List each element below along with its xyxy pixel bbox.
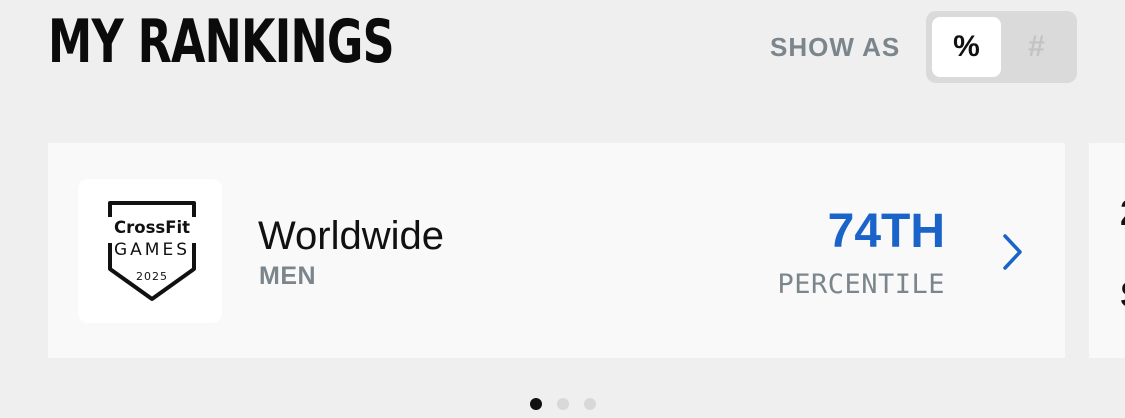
toggle-percent-option[interactable]: % bbox=[932, 17, 1001, 77]
toggle-number-option[interactable]: # bbox=[1002, 17, 1071, 77]
next-card-text: S bbox=[1120, 277, 1125, 313]
chevron-right-icon[interactable] bbox=[1000, 233, 1026, 271]
logo-brand-text: CrossFit bbox=[114, 218, 190, 238]
logo-year-text: 2025 bbox=[136, 270, 168, 283]
crossfit-games-logo: CrossFit GAMES 2025 bbox=[78, 179, 222, 323]
ranking-value: 74TH bbox=[827, 205, 945, 258]
logo-sub-text: GAMES bbox=[114, 240, 190, 260]
ranking-card-worldwide[interactable]: CrossFit GAMES 2025 Worldwide MEN 74TH P… bbox=[48, 143, 1065, 358]
pagination-dot[interactable] bbox=[584, 398, 596, 410]
ranking-division: MEN bbox=[259, 262, 317, 290]
next-card-text: 2 bbox=[1120, 195, 1125, 231]
crossfit-games-shield-icon: CrossFit GAMES 2025 bbox=[106, 201, 198, 301]
pagination-dot-active[interactable] bbox=[530, 398, 542, 410]
show-as-label: SHOW AS bbox=[770, 32, 901, 62]
ranking-region: Worldwide bbox=[258, 214, 444, 258]
page-title: MY RANKINGS bbox=[48, 7, 395, 77]
ranking-unit: PERCENTILE bbox=[777, 269, 945, 300]
next-ranking-card[interactable]: 2 S bbox=[1089, 143, 1125, 358]
show-as-toggle[interactable]: % # bbox=[926, 11, 1077, 83]
pagination-dot[interactable] bbox=[557, 398, 569, 410]
